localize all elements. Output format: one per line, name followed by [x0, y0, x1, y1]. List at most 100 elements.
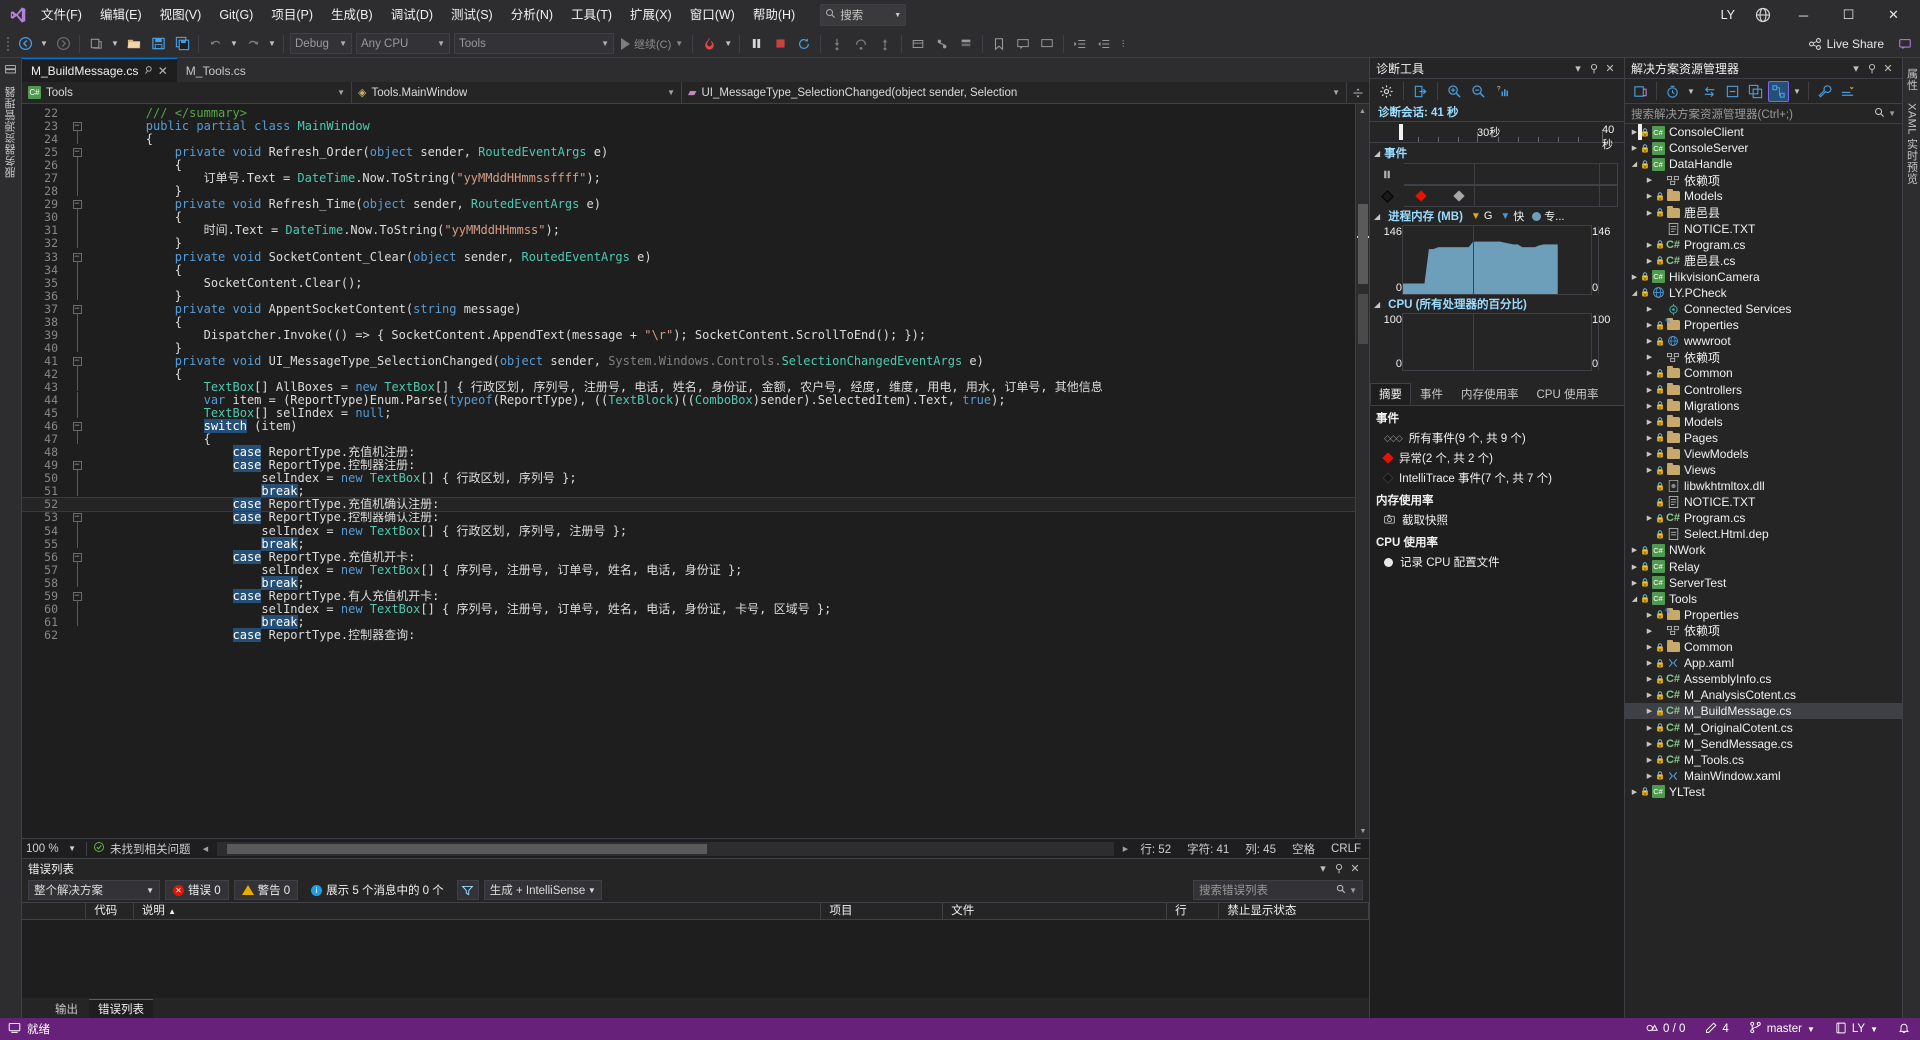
- menu-item-view[interactable]: 视图(V): [151, 0, 211, 30]
- server-explorer-icon[interactable]: [4, 64, 17, 80]
- chevron-right-icon[interactable]: ▶: [1644, 434, 1655, 442]
- chevron-right-icon[interactable]: ▶: [1644, 772, 1655, 780]
- chevron-down-icon[interactable]: ▼: [894, 12, 901, 19]
- menu-item-extensions[interactable]: 扩展(X): [621, 0, 681, 30]
- summary-take-snapshot-row[interactable]: 截取快照: [1370, 510, 1624, 530]
- tree-item[interactable]: ◢ 🔒 C# Tools: [1625, 591, 1902, 607]
- chevron-down-icon[interactable]: ▼: [1870, 1025, 1878, 1034]
- navbar-project-select[interactable]: C# Tools ▼: [22, 81, 352, 104]
- menu-item-analyze[interactable]: 分析(N): [502, 0, 562, 30]
- navbar-member-select[interactable]: ▰ UI_MessageType_SelectionChanged(object…: [682, 81, 1347, 104]
- toolbar-overflow-icon[interactable]: ⋮: [1117, 33, 1129, 55]
- navigate-back-icon[interactable]: [14, 33, 36, 55]
- tree-item[interactable]: ▶ 🔒 C# ConsoleClient: [1625, 124, 1902, 140]
- tree-item[interactable]: ▶ 🔒 Common: [1625, 639, 1902, 655]
- step-out-icon[interactable]: [874, 33, 896, 55]
- column-icon[interactable]: [22, 902, 87, 920]
- tab-m-buildmessage[interactable]: M_BuildMessage.cs ⚲ ✕: [22, 58, 177, 82]
- show-chart-icon[interactable]: ?: [1492, 81, 1513, 102]
- feedback-icon[interactable]: [1894, 33, 1916, 55]
- column-line[interactable]: 行: [1167, 902, 1220, 920]
- menu-item-test[interactable]: 测试(S): [442, 0, 502, 30]
- menu-item-window[interactable]: 窗口(W): [681, 0, 744, 30]
- tree-item[interactable]: ▶ 🔒 C# M_Tools.cs: [1625, 752, 1902, 768]
- maximize-button[interactable]: ☐: [1826, 0, 1871, 30]
- tree-item[interactable]: ▶ Connected Services: [1625, 301, 1902, 317]
- tree-item[interactable]: 🔒 NOTICE.TXT: [1625, 494, 1902, 510]
- account-globe-icon[interactable]: [1745, 0, 1781, 30]
- thread-select-icon[interactable]: [931, 33, 953, 55]
- menu-item-project[interactable]: 项目(P): [262, 0, 322, 30]
- pending-changes-icon[interactable]: [1662, 81, 1683, 102]
- tree-item[interactable]: ◢ 🔒 C# DataHandle: [1625, 156, 1902, 172]
- chevron-right-icon[interactable]: ▶: [1644, 707, 1655, 715]
- solution-explorer-search[interactable]: 搜索解决方案资源管理器(Ctrl+;) ▼: [1625, 103, 1902, 124]
- cpu-chart[interactable]: 100 0 100 0: [1370, 313, 1624, 371]
- save-icon[interactable]: [147, 33, 169, 55]
- tree-item[interactable]: ▶ 🔒 C# HikvisionCamera: [1625, 269, 1902, 285]
- redo-icon[interactable]: [242, 33, 264, 55]
- status-pending-changes[interactable]: 4: [1695, 1018, 1738, 1040]
- tab-memory-usage[interactable]: 内存使用率: [1452, 383, 1528, 405]
- events-marker-track[interactable]: [1404, 185, 1618, 207]
- chevron-right-icon[interactable]: ▶: [1629, 273, 1640, 281]
- tab-error-list[interactable]: 错误列表: [89, 999, 153, 1018]
- menu-item-file[interactable]: 文件(F): [32, 0, 91, 30]
- status-repository[interactable]: LY ▼: [1825, 1018, 1888, 1040]
- tree-item[interactable]: ▶ 🔒 ViewModels: [1625, 446, 1902, 462]
- tree-item[interactable]: ▶ 🔒 App.xaml: [1625, 655, 1902, 671]
- tree-item[interactable]: ▶ 🔒 C# NWork: [1625, 542, 1902, 558]
- chevron-right-icon[interactable]: ▶: [1644, 724, 1655, 732]
- chevron-down-icon[interactable]: ▼: [1349, 886, 1357, 895]
- tree-item[interactable]: ▶ 🔒 C# M_SendMessage.cs: [1625, 736, 1902, 752]
- summary-intellitrace-row[interactable]: IntelliTrace 事件(7 个, 共 7 个): [1370, 468, 1624, 488]
- summary-record-cpu-row[interactable]: 记录 CPU 配置文件: [1370, 552, 1624, 572]
- code-line[interactable]: 35 SocketContent.Clear();: [22, 274, 1355, 290]
- stop-debug-icon[interactable]: [769, 33, 791, 55]
- navbar-type-select[interactable]: ◈ Tools.MainWindow ▼: [352, 81, 682, 104]
- chevron-right-icon[interactable]: ▶: [1644, 675, 1655, 683]
- code-line[interactable]: 39 Dispatcher.Invoke(() => { SocketConte…: [22, 326, 1355, 342]
- tree-item[interactable]: ▶ 🔒 C# ConsoleServer: [1625, 140, 1902, 156]
- toolbar-grip[interactable]: [4, 35, 12, 53]
- tree-item[interactable]: ▶ 依赖项: [1625, 623, 1902, 639]
- chevron-right-icon[interactable]: ▶: [1644, 466, 1655, 474]
- tree-item[interactable]: ▶ 🔒 C# M_OriginalCotent.cs: [1625, 719, 1902, 735]
- column-project[interactable]: 项目: [821, 902, 944, 920]
- warnings-toggle[interactable]: 警告 0: [233, 880, 299, 900]
- save-all-icon[interactable]: [171, 33, 193, 55]
- scrollbar-thumb-secondary[interactable]: [1358, 294, 1368, 344]
- summary-exceptions-row[interactable]: 异常(2 个, 共 2 个): [1370, 448, 1624, 468]
- pause-debug-icon[interactable]: [745, 33, 767, 55]
- code-line[interactable]: 46− switch (item): [22, 419, 1355, 434]
- code-editor[interactable]: 22 /// </summary> 23− public partial clas…: [22, 104, 1369, 838]
- outdent-icon[interactable]: [1093, 33, 1115, 55]
- tree-item[interactable]: ▶ 🔒 ✎ Properties: [1625, 607, 1902, 623]
- tree-item[interactable]: ▶ 🔒 Models: [1625, 188, 1902, 204]
- cpu-section-header[interactable]: ◢ CPU (所有处理器的百分比): [1370, 295, 1624, 313]
- chevron-right-icon[interactable]: ▶: [1644, 386, 1655, 394]
- editor-horizontal-scrollbar[interactable]: [216, 841, 1115, 856]
- search-box[interactable]: 搜索 ▼: [820, 4, 907, 26]
- status-notifications[interactable]: [1888, 1018, 1920, 1040]
- chevron-right-icon[interactable]: ▶: [1629, 546, 1640, 554]
- code-line[interactable]: 29− private void Refresh_Time(object sen…: [22, 198, 1355, 211]
- build-filter-icon[interactable]: [456, 880, 479, 900]
- code-line[interactable]: 37− private void AppentSocketContent(str…: [22, 302, 1355, 316]
- export-icon[interactable]: [1410, 81, 1431, 102]
- indent-icon[interactable]: [1069, 33, 1091, 55]
- undo-dropdown-icon[interactable]: ▼: [228, 33, 240, 55]
- properties-wrench-icon[interactable]: [1814, 81, 1835, 102]
- new-project-dropdown-icon[interactable]: ▼: [109, 33, 121, 55]
- chevron-right-icon[interactable]: ▶: [1644, 209, 1655, 217]
- chevron-right-icon[interactable]: ▶: [1644, 192, 1655, 200]
- close-button[interactable]: ✕: [1871, 0, 1916, 30]
- split-editor-icon[interactable]: [1347, 87, 1369, 99]
- close-icon[interactable]: ✕: [1880, 62, 1896, 75]
- chevron-right-icon[interactable]: ▶: [1629, 563, 1640, 571]
- cpu-plot-area[interactable]: [1402, 313, 1599, 371]
- tree-item[interactable]: ▶ 🔒 Common: [1625, 365, 1902, 381]
- stack-frame-icon[interactable]: [955, 33, 977, 55]
- sync-views-icon[interactable]: [1699, 81, 1720, 102]
- memory-chart[interactable]: 146 0 146 0: [1370, 225, 1624, 295]
